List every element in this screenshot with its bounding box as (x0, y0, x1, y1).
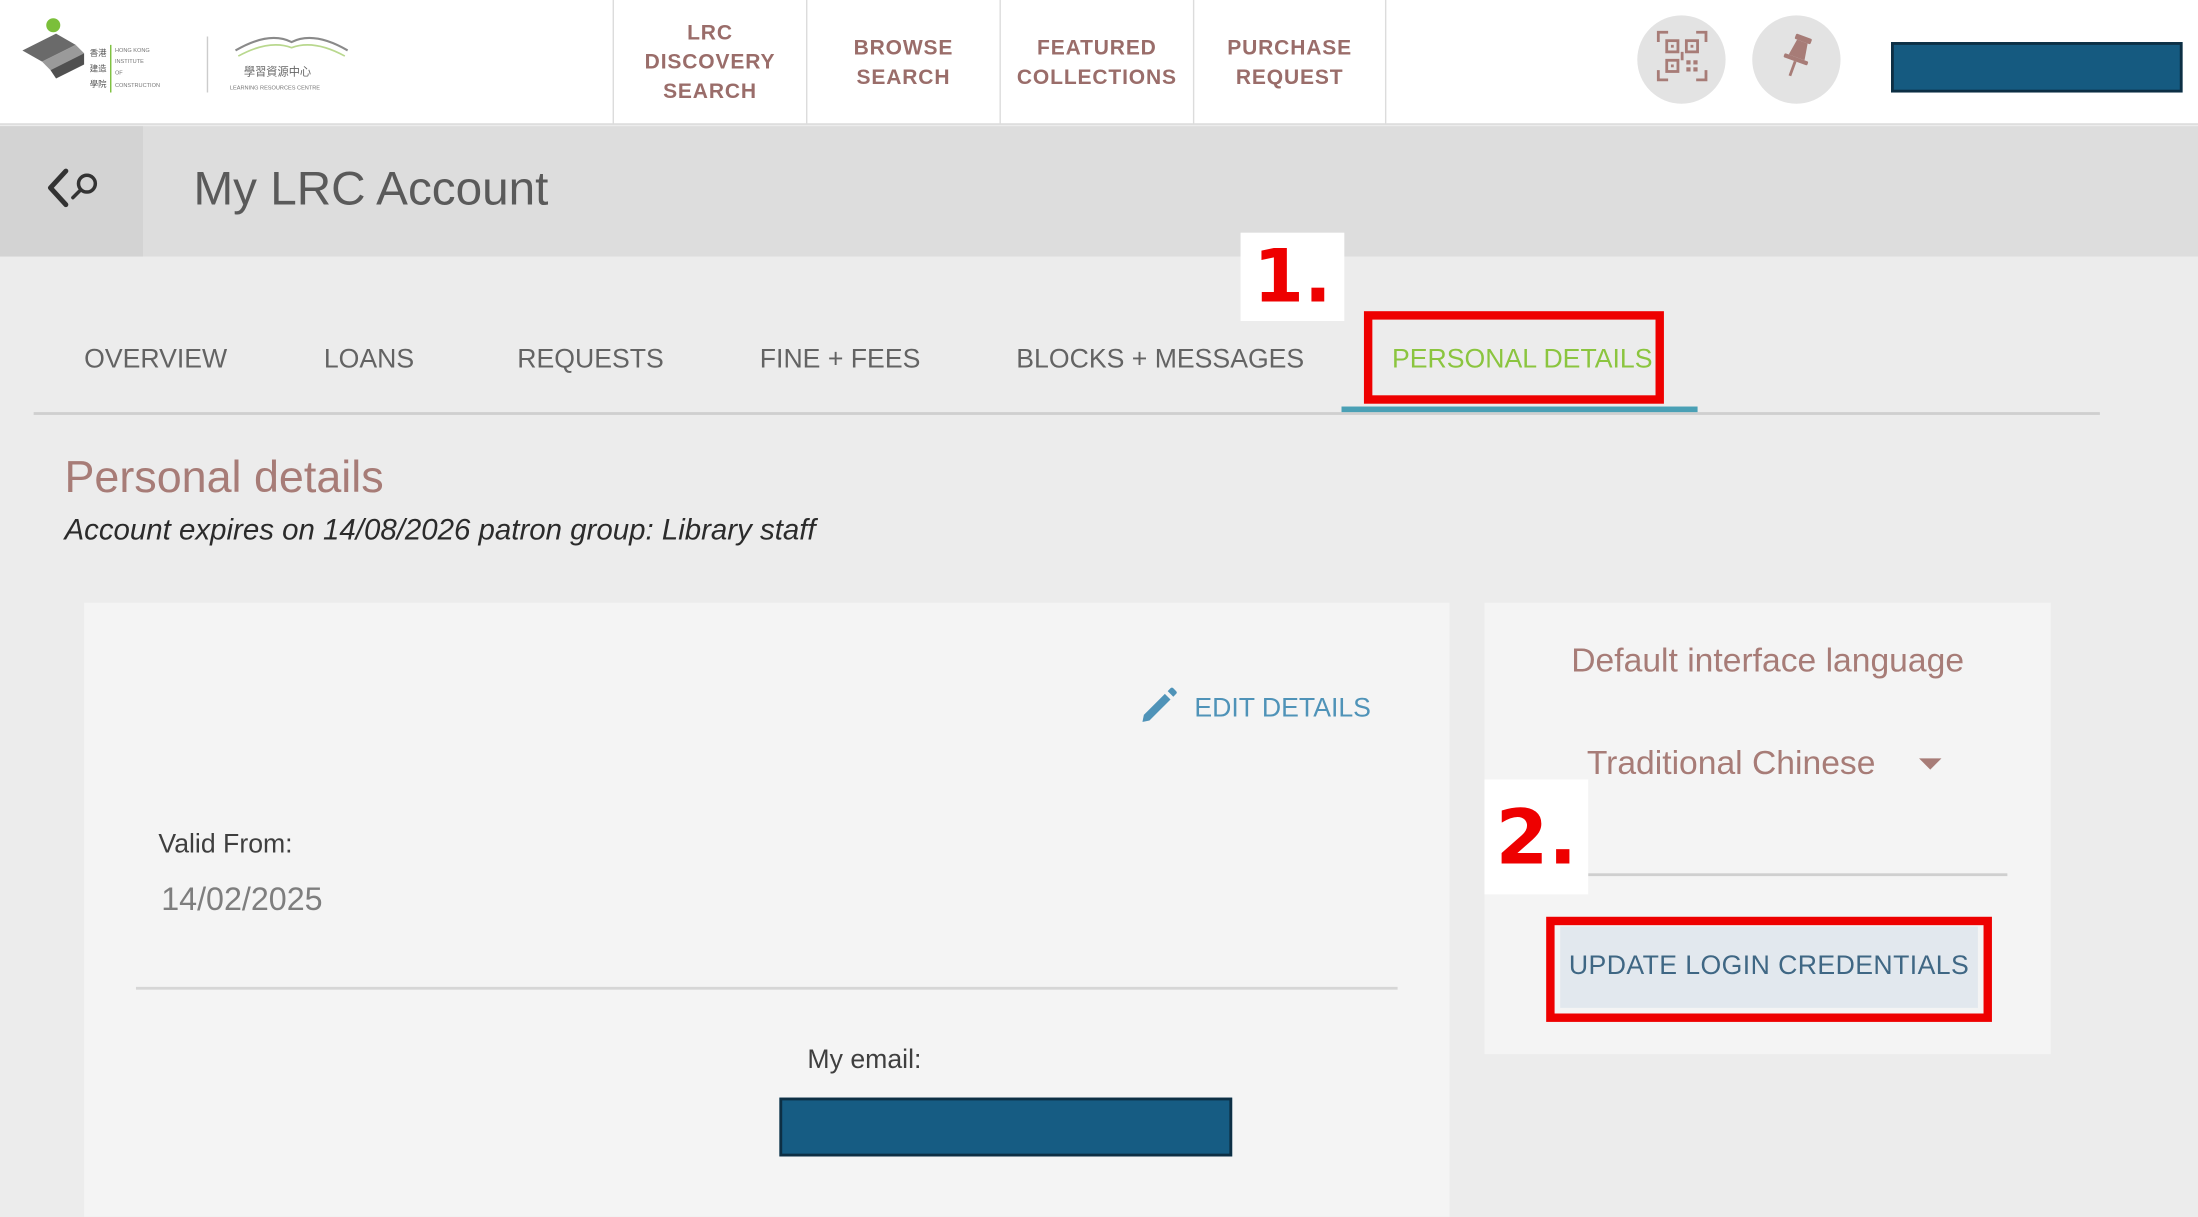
svg-text:CONSTRUCTION: CONSTRUCTION (115, 83, 160, 89)
svg-text:學習資源中心: 學習資源中心 (244, 65, 311, 79)
svg-text:學院: 學院 (90, 79, 107, 89)
active-tab-indicator (1341, 406, 1698, 413)
page-header: My LRC Account (0, 126, 2198, 257)
highlight-box-personal-details (1363, 311, 1664, 404)
nav-purchase-request[interactable]: PURCHASE REQUEST (1192, 0, 1387, 125)
svg-text:HONG KONG: HONG KONG (115, 48, 150, 54)
annotation-step-2: 2. (1484, 779, 1589, 895)
page-title: My LRC Account (193, 162, 549, 216)
qr-code-icon (1653, 28, 1709, 91)
email-label: My email: (807, 1045, 922, 1076)
valid-from-label: Valid From: (158, 829, 293, 860)
back-to-search-button[interactable] (0, 126, 143, 257)
svg-text:香港: 香港 (90, 48, 107, 58)
divider (135, 986, 1398, 990)
annotation-step-1: 1. (1240, 232, 1345, 322)
qr-code-button[interactable] (1637, 15, 1726, 104)
edit-details-button[interactable]: EDIT DETAILS (1138, 684, 1371, 734)
interface-language-label: Default interface language (1571, 642, 1965, 680)
nav-browse-search[interactable]: BROWSE SEARCH (806, 0, 999, 125)
account-expiry-text: Account expires on 14/08/2026 patron gro… (64, 514, 816, 547)
section-title: Personal details (64, 451, 384, 502)
tab-fine-fees[interactable]: FINE + FEES (760, 345, 921, 376)
pin-icon (1775, 32, 1817, 87)
top-bar: 香港 建造 學院 HONG KONG INSTITUTE OF CONSTRUC… (0, 0, 2198, 125)
nav-lrc-discovery-search[interactable]: LRC DISCOVERY SEARCH (612, 0, 806, 125)
redacted-email-value (779, 1097, 1233, 1157)
back-search-icon (36, 160, 106, 223)
personal-details-card: EDIT DETAILS Valid From: 14/02/2025 My e… (84, 602, 1450, 1217)
edit-details-label: EDIT DETAILS (1194, 693, 1371, 724)
tab-blocks-messages[interactable]: BLOCKS + MESSAGES (1016, 345, 1304, 376)
tab-requests[interactable]: REQUESTS (517, 345, 664, 376)
tab-overview[interactable]: OVERVIEW (84, 345, 227, 376)
pencil-icon (1138, 684, 1180, 734)
svg-text:建造: 建造 (90, 63, 107, 73)
svg-text:LEARNING RESOURCES CENTRE: LEARNING RESOURCES CENTRE (230, 86, 320, 92)
dropdown-caret-icon (1919, 758, 1942, 770)
highlight-box-update-credentials (1546, 916, 1992, 1022)
valid-from-value: 14/02/2025 (161, 880, 323, 917)
page: 香港 建造 學院 HONG KONG INSTITUTE OF CONSTRUC… (0, 0, 2198, 1217)
tab-loans[interactable]: LOANS (324, 345, 414, 376)
pin-button[interactable] (1752, 15, 1841, 104)
main-nav: LRC DISCOVERY SEARCH BROWSE SEARCH FEATU… (612, 0, 1387, 125)
interface-language-select[interactable]: Traditional Chinese (1586, 736, 2008, 877)
redacted-user-account[interactable] (1891, 42, 2183, 93)
institute-logo[interactable]: 香港 建造 學院 HONG KONG INSTITUTE OF CONSTRUC… (20, 17, 363, 101)
account-tabs: OVERVIEW LOANS REQUESTS FINE + FEES BLOC… (33, 325, 2100, 415)
nav-featured-collections[interactable]: FEATURED COLLECTIONS (999, 0, 1192, 125)
svg-text:OF: OF (115, 70, 123, 76)
svg-text:INSTITUTE: INSTITUTE (115, 59, 144, 65)
selected-language: Traditional Chinese (1586, 744, 1876, 783)
